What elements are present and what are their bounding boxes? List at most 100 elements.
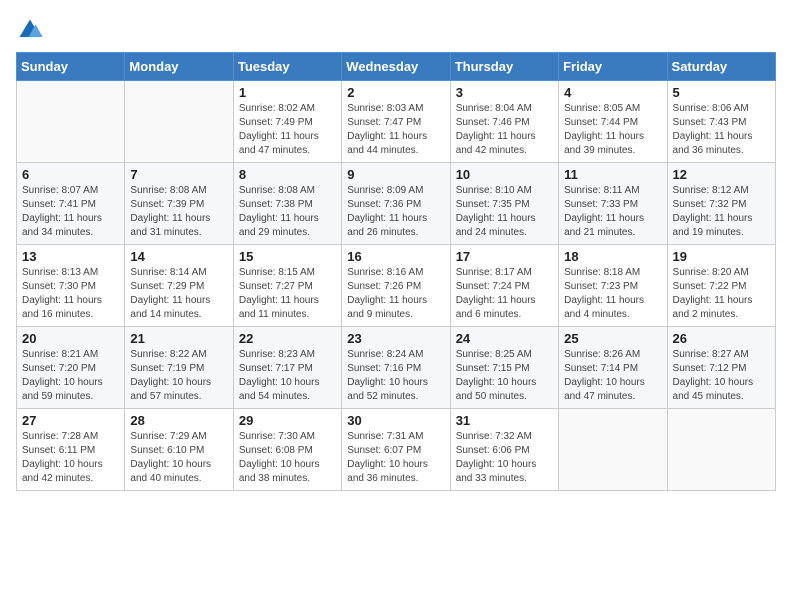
- day-info: Sunrise: 8:15 AMSunset: 7:27 PMDaylight:…: [239, 266, 336, 322]
- day-number: 14: [130, 249, 227, 264]
- day-info: Sunrise: 8:05 AMSunset: 7:44 PMDaylight:…: [564, 102, 661, 158]
- day-number: 18: [564, 249, 661, 264]
- day-info: Sunrise: 8:02 AMSunset: 7:49 PMDaylight:…: [239, 102, 336, 158]
- calendar-week-3: 13 Sunrise: 8:13 AMSunset: 7:30 PMDaylig…: [17, 245, 776, 327]
- day-info: Sunrise: 8:25 AMSunset: 7:15 PMDaylight:…: [456, 348, 553, 404]
- calendar-cell: 6 Sunrise: 8:07 AMSunset: 7:41 PMDayligh…: [17, 163, 125, 245]
- calendar-cell: 25 Sunrise: 8:26 AMSunset: 7:14 PMDaylig…: [559, 327, 667, 409]
- day-info: Sunrise: 8:27 AMSunset: 7:12 PMDaylight:…: [673, 348, 770, 404]
- day-info: Sunrise: 8:06 AMSunset: 7:43 PMDaylight:…: [673, 102, 770, 158]
- calendar-week-4: 20 Sunrise: 8:21 AMSunset: 7:20 PMDaylig…: [17, 327, 776, 409]
- day-number: 21: [130, 331, 227, 346]
- calendar-cell: 3 Sunrise: 8:04 AMSunset: 7:46 PMDayligh…: [450, 81, 558, 163]
- day-info: Sunrise: 8:10 AMSunset: 7:35 PMDaylight:…: [456, 184, 553, 240]
- day-info: Sunrise: 8:24 AMSunset: 7:16 PMDaylight:…: [347, 348, 444, 404]
- calendar-week-5: 27 Sunrise: 7:28 AMSunset: 6:11 PMDaylig…: [17, 409, 776, 491]
- calendar-cell: 20 Sunrise: 8:21 AMSunset: 7:20 PMDaylig…: [17, 327, 125, 409]
- day-info: Sunrise: 8:11 AMSunset: 7:33 PMDaylight:…: [564, 184, 661, 240]
- day-number: 4: [564, 85, 661, 100]
- calendar-cell: 22 Sunrise: 8:23 AMSunset: 7:17 PMDaylig…: [233, 327, 341, 409]
- day-number: 8: [239, 167, 336, 182]
- calendar-table: SundayMondayTuesdayWednesdayThursdayFrid…: [16, 52, 776, 491]
- calendar-cell: 15 Sunrise: 8:15 AMSunset: 7:27 PMDaylig…: [233, 245, 341, 327]
- day-number: 12: [673, 167, 770, 182]
- calendar-cell: 11 Sunrise: 8:11 AMSunset: 7:33 PMDaylig…: [559, 163, 667, 245]
- calendar-cell: 30 Sunrise: 7:31 AMSunset: 6:07 PMDaylig…: [342, 409, 450, 491]
- day-info: Sunrise: 8:04 AMSunset: 7:46 PMDaylight:…: [456, 102, 553, 158]
- day-header-friday: Friday: [559, 53, 667, 81]
- calendar-cell: 13 Sunrise: 8:13 AMSunset: 7:30 PMDaylig…: [17, 245, 125, 327]
- day-number: 11: [564, 167, 661, 182]
- day-number: 28: [130, 413, 227, 428]
- day-number: 24: [456, 331, 553, 346]
- day-number: 22: [239, 331, 336, 346]
- calendar-cell: 29 Sunrise: 7:30 AMSunset: 6:08 PMDaylig…: [233, 409, 341, 491]
- day-number: 26: [673, 331, 770, 346]
- day-info: Sunrise: 8:08 AMSunset: 7:39 PMDaylight:…: [130, 184, 227, 240]
- day-info: Sunrise: 8:22 AMSunset: 7:19 PMDaylight:…: [130, 348, 227, 404]
- calendar-cell: [667, 409, 775, 491]
- day-header-monday: Monday: [125, 53, 233, 81]
- calendar-cell: 9 Sunrise: 8:09 AMSunset: 7:36 PMDayligh…: [342, 163, 450, 245]
- calendar-cell: 18 Sunrise: 8:18 AMSunset: 7:23 PMDaylig…: [559, 245, 667, 327]
- day-number: 19: [673, 249, 770, 264]
- day-header-tuesday: Tuesday: [233, 53, 341, 81]
- calendar-cell: 8 Sunrise: 8:08 AMSunset: 7:38 PMDayligh…: [233, 163, 341, 245]
- calendar-cell: [559, 409, 667, 491]
- day-info: Sunrise: 8:23 AMSunset: 7:17 PMDaylight:…: [239, 348, 336, 404]
- day-number: 16: [347, 249, 444, 264]
- day-info: Sunrise: 8:18 AMSunset: 7:23 PMDaylight:…: [564, 266, 661, 322]
- day-header-sunday: Sunday: [17, 53, 125, 81]
- day-number: 6: [22, 167, 119, 182]
- day-info: Sunrise: 7:32 AMSunset: 6:06 PMDaylight:…: [456, 430, 553, 486]
- day-info: Sunrise: 7:31 AMSunset: 6:07 PMDaylight:…: [347, 430, 444, 486]
- calendar-header-row: SundayMondayTuesdayWednesdayThursdayFrid…: [17, 53, 776, 81]
- day-header-thursday: Thursday: [450, 53, 558, 81]
- calendar-cell: 26 Sunrise: 8:27 AMSunset: 7:12 PMDaylig…: [667, 327, 775, 409]
- day-info: Sunrise: 7:28 AMSunset: 6:11 PMDaylight:…: [22, 430, 119, 486]
- calendar-cell: 14 Sunrise: 8:14 AMSunset: 7:29 PMDaylig…: [125, 245, 233, 327]
- calendar-cell: 5 Sunrise: 8:06 AMSunset: 7:43 PMDayligh…: [667, 81, 775, 163]
- day-number: 13: [22, 249, 119, 264]
- calendar-cell: 24 Sunrise: 8:25 AMSunset: 7:15 PMDaylig…: [450, 327, 558, 409]
- day-number: 2: [347, 85, 444, 100]
- day-info: Sunrise: 8:26 AMSunset: 7:14 PMDaylight:…: [564, 348, 661, 404]
- calendar-cell: 19 Sunrise: 8:20 AMSunset: 7:22 PMDaylig…: [667, 245, 775, 327]
- day-info: Sunrise: 8:21 AMSunset: 7:20 PMDaylight:…: [22, 348, 119, 404]
- calendar-cell: 28 Sunrise: 7:29 AMSunset: 6:10 PMDaylig…: [125, 409, 233, 491]
- day-number: 30: [347, 413, 444, 428]
- day-number: 23: [347, 331, 444, 346]
- day-info: Sunrise: 8:13 AMSunset: 7:30 PMDaylight:…: [22, 266, 119, 322]
- calendar-cell: 1 Sunrise: 8:02 AMSunset: 7:49 PMDayligh…: [233, 81, 341, 163]
- calendar-cell: 10 Sunrise: 8:10 AMSunset: 7:35 PMDaylig…: [450, 163, 558, 245]
- day-number: 29: [239, 413, 336, 428]
- calendar-week-2: 6 Sunrise: 8:07 AMSunset: 7:41 PMDayligh…: [17, 163, 776, 245]
- calendar-cell: 21 Sunrise: 8:22 AMSunset: 7:19 PMDaylig…: [125, 327, 233, 409]
- day-info: Sunrise: 7:29 AMSunset: 6:10 PMDaylight:…: [130, 430, 227, 486]
- day-number: 15: [239, 249, 336, 264]
- calendar-cell: 7 Sunrise: 8:08 AMSunset: 7:39 PMDayligh…: [125, 163, 233, 245]
- day-info: Sunrise: 8:12 AMSunset: 7:32 PMDaylight:…: [673, 184, 770, 240]
- day-info: Sunrise: 8:20 AMSunset: 7:22 PMDaylight:…: [673, 266, 770, 322]
- page-header: [16, 16, 776, 44]
- day-header-wednesday: Wednesday: [342, 53, 450, 81]
- day-info: Sunrise: 8:14 AMSunset: 7:29 PMDaylight:…: [130, 266, 227, 322]
- calendar-cell: 27 Sunrise: 7:28 AMSunset: 6:11 PMDaylig…: [17, 409, 125, 491]
- day-info: Sunrise: 8:16 AMSunset: 7:26 PMDaylight:…: [347, 266, 444, 322]
- day-number: 31: [456, 413, 553, 428]
- calendar-cell: 31 Sunrise: 7:32 AMSunset: 6:06 PMDaylig…: [450, 409, 558, 491]
- day-number: 3: [456, 85, 553, 100]
- calendar-cell: 4 Sunrise: 8:05 AMSunset: 7:44 PMDayligh…: [559, 81, 667, 163]
- calendar-cell: [17, 81, 125, 163]
- day-number: 25: [564, 331, 661, 346]
- day-info: Sunrise: 8:03 AMSunset: 7:47 PMDaylight:…: [347, 102, 444, 158]
- day-number: 20: [22, 331, 119, 346]
- day-number: 27: [22, 413, 119, 428]
- day-number: 17: [456, 249, 553, 264]
- calendar-cell: 2 Sunrise: 8:03 AMSunset: 7:47 PMDayligh…: [342, 81, 450, 163]
- day-info: Sunrise: 8:09 AMSunset: 7:36 PMDaylight:…: [347, 184, 444, 240]
- day-number: 9: [347, 167, 444, 182]
- day-info: Sunrise: 8:08 AMSunset: 7:38 PMDaylight:…: [239, 184, 336, 240]
- calendar-cell: 23 Sunrise: 8:24 AMSunset: 7:16 PMDaylig…: [342, 327, 450, 409]
- day-info: Sunrise: 8:07 AMSunset: 7:41 PMDaylight:…: [22, 184, 119, 240]
